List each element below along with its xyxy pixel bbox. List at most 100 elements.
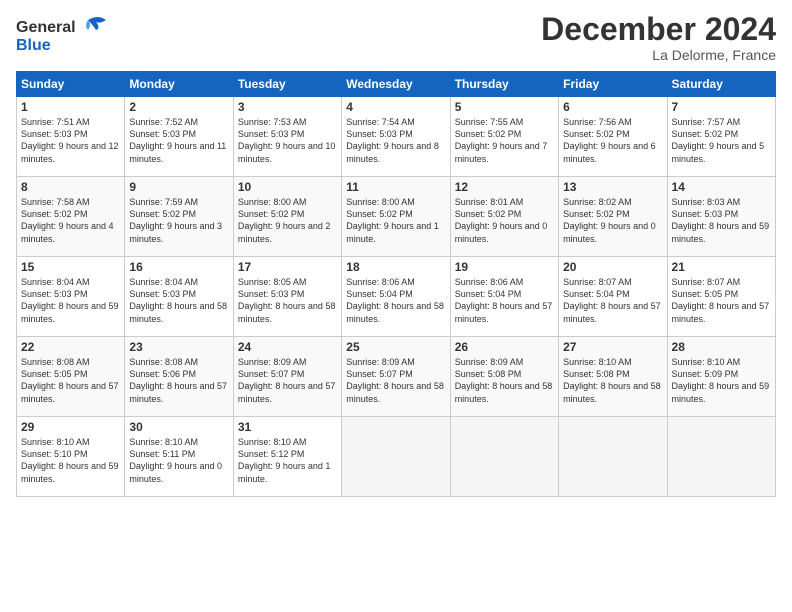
day-number: 8 [21,180,120,194]
day-number: 26 [455,340,554,354]
day-info: Sunrise: 7:57 AMSunset: 5:02 PMDaylight:… [672,117,765,163]
calendar-cell: 7 Sunrise: 7:57 AMSunset: 5:02 PMDaylight… [667,97,775,177]
calendar-cell [667,417,775,497]
calendar-cell: 3 Sunrise: 7:53 AMSunset: 5:03 PMDaylight… [233,97,341,177]
calendar-cell: 25 Sunrise: 8:09 AMSunset: 5:07 PMDayligh… [342,337,450,417]
calendar-week-3: 15 Sunrise: 8:04 AMSunset: 5:03 PMDayligh… [17,257,776,337]
day-info: Sunrise: 8:10 AMSunset: 5:11 PMDaylight:… [129,437,222,483]
logo: General Blue [16,12,126,62]
day-info: Sunrise: 7:59 AMSunset: 5:02 PMDaylight:… [129,197,222,243]
calendar-cell: 16 Sunrise: 8:04 AMSunset: 5:03 PMDayligh… [125,257,233,337]
day-info: Sunrise: 8:04 AMSunset: 5:03 PMDaylight:… [129,277,227,323]
day-info: Sunrise: 8:03 AMSunset: 5:03 PMDaylight:… [672,197,770,243]
calendar-cell: 13Sunrise: 8:02 AMSunset: 5:02 PMDayligh… [559,177,667,257]
col-saturday: Saturday [667,72,775,97]
day-info: Sunrise: 7:53 AMSunset: 5:03 PMDaylight:… [238,117,336,163]
calendar-cell: 1 Sunrise: 7:51 AMSunset: 5:03 PMDaylight… [17,97,125,177]
svg-text:General: General [16,19,76,36]
calendar-cell: 30 Sunrise: 8:10 AMSunset: 5:11 PMDayligh… [125,417,233,497]
day-info: Sunrise: 8:07 AMSunset: 5:04 PMDaylight:… [563,277,661,323]
day-number: 1 [21,100,120,114]
col-friday: Friday [559,72,667,97]
day-info: Sunrise: 7:52 AMSunset: 5:03 PMDaylight:… [129,117,226,163]
day-number: 24 [238,340,337,354]
calendar-cell: 22 Sunrise: 8:08 AMSunset: 5:05 PMDayligh… [17,337,125,417]
calendar-cell [342,417,450,497]
calendar-cell: 21Sunrise: 8:07 AMSunset: 5:05 PMDayligh… [667,257,775,337]
calendar-cell: 27Sunrise: 8:10 AMSunset: 5:08 PMDayligh… [559,337,667,417]
col-wednesday: Wednesday [342,72,450,97]
day-info: Sunrise: 8:09 AMSunset: 5:07 PMDaylight:… [346,357,444,403]
day-number: 31 [238,420,337,434]
day-number: 10 [238,180,337,194]
day-number: 23 [129,340,228,354]
col-sunday: Sunday [17,72,125,97]
day-number: 20 [563,260,662,274]
calendar-cell: 26 Sunrise: 8:09 AMSunset: 5:08 PMDayligh… [450,337,558,417]
day-info: Sunrise: 8:08 AMSunset: 5:06 PMDaylight:… [129,357,227,403]
calendar-cell: 18 Sunrise: 8:06 AMSunset: 5:04 PMDayligh… [342,257,450,337]
day-number: 22 [21,340,120,354]
day-number: 19 [455,260,554,274]
calendar-table: Sunday Monday Tuesday Wednesday Thursday… [16,71,776,497]
day-number: 15 [21,260,120,274]
month-title: December 2024 [541,12,776,47]
day-info: Sunrise: 7:51 AMSunset: 5:03 PMDaylight:… [21,117,119,163]
day-number: 25 [346,340,445,354]
calendar-cell: 8Sunrise: 7:58 AMSunset: 5:02 PMDaylight… [17,177,125,257]
day-number: 18 [346,260,445,274]
calendar-week-2: 8Sunrise: 7:58 AMSunset: 5:02 PMDaylight… [17,177,776,257]
day-info: Sunrise: 7:55 AMSunset: 5:02 PMDaylight:… [455,117,548,163]
day-info: Sunrise: 7:54 AMSunset: 5:03 PMDaylight:… [346,117,439,163]
calendar-cell: 24 Sunrise: 8:09 AMSunset: 5:07 PMDayligh… [233,337,341,417]
calendar-cell: 31 Sunrise: 8:10 AMSunset: 5:12 PMDayligh… [233,417,341,497]
calendar-cell: 20 Sunrise: 8:07 AMSunset: 5:04 PMDayligh… [559,257,667,337]
day-number: 2 [129,100,228,114]
logo-text: General Blue [16,12,126,62]
calendar-cell: 9Sunrise: 7:59 AMSunset: 5:02 PMDaylight… [125,177,233,257]
day-info: Sunrise: 8:04 AMSunset: 5:03 PMDaylight:… [21,277,119,323]
calendar-cell: 2 Sunrise: 7:52 AMSunset: 5:03 PMDaylight… [125,97,233,177]
day-number: 14 [672,180,771,194]
day-info: Sunrise: 8:09 AMSunset: 5:08 PMDaylight:… [455,357,553,403]
calendar-cell: 5Sunrise: 7:55 AMSunset: 5:02 PMDaylight… [450,97,558,177]
col-tuesday: Tuesday [233,72,341,97]
day-number: 3 [238,100,337,114]
day-info: Sunrise: 8:09 AMSunset: 5:07 PMDaylight:… [238,357,336,403]
calendar-cell: 23 Sunrise: 8:08 AMSunset: 5:06 PMDayligh… [125,337,233,417]
calendar-cell: 17 Sunrise: 8:05 AMSunset: 5:03 PMDayligh… [233,257,341,337]
svg-text:Blue: Blue [16,37,51,54]
day-info: Sunrise: 8:08 AMSunset: 5:05 PMDaylight:… [21,357,119,403]
day-info: Sunrise: 7:56 AMSunset: 5:02 PMDaylight:… [563,117,656,163]
day-info: Sunrise: 8:02 AMSunset: 5:02 PMDaylight:… [563,197,656,243]
calendar-cell: 19 Sunrise: 8:06 AMSunset: 5:04 PMDayligh… [450,257,558,337]
day-number: 27 [563,340,662,354]
day-number: 6 [563,100,662,114]
col-monday: Monday [125,72,233,97]
day-info: Sunrise: 8:01 AMSunset: 5:02 PMDaylight:… [455,197,548,243]
calendar-week-4: 22 Sunrise: 8:08 AMSunset: 5:05 PMDayligh… [17,337,776,417]
day-info: Sunrise: 8:10 AMSunset: 5:09 PMDaylight:… [672,357,770,403]
day-number: 16 [129,260,228,274]
title-section: December 2024 La Delorme, France [541,12,776,63]
day-info: Sunrise: 8:10 AMSunset: 5:12 PMDaylight:… [238,437,331,483]
header: General Blue December 2024 La Delorme, F… [16,12,776,63]
day-info: Sunrise: 8:00 AMSunset: 5:02 PMDaylight:… [346,197,439,243]
calendar-cell: 14 Sunrise: 8:03 AMSunset: 5:03 PMDayligh… [667,177,775,257]
header-row: Sunday Monday Tuesday Wednesday Thursday… [17,72,776,97]
day-info: Sunrise: 8:10 AMSunset: 5:10 PMDaylight:… [21,437,119,483]
day-info: Sunrise: 8:06 AMSunset: 5:04 PMDaylight:… [346,277,444,323]
day-number: 17 [238,260,337,274]
calendar-cell: 4 Sunrise: 7:54 AMSunset: 5:03 PMDaylight… [342,97,450,177]
day-number: 30 [129,420,228,434]
day-number: 21 [672,260,771,274]
page-container: General Blue December 2024 La Delorme, F… [0,0,792,505]
location: La Delorme, France [541,47,776,63]
day-number: 7 [672,100,771,114]
calendar-cell [559,417,667,497]
calendar-cell: 11 Sunrise: 8:00 AMSunset: 5:02 PMDayligh… [342,177,450,257]
day-info: Sunrise: 8:05 AMSunset: 5:03 PMDaylight:… [238,277,336,323]
day-number: 4 [346,100,445,114]
day-info: Sunrise: 8:06 AMSunset: 5:04 PMDaylight:… [455,277,553,323]
day-number: 11 [346,180,445,194]
